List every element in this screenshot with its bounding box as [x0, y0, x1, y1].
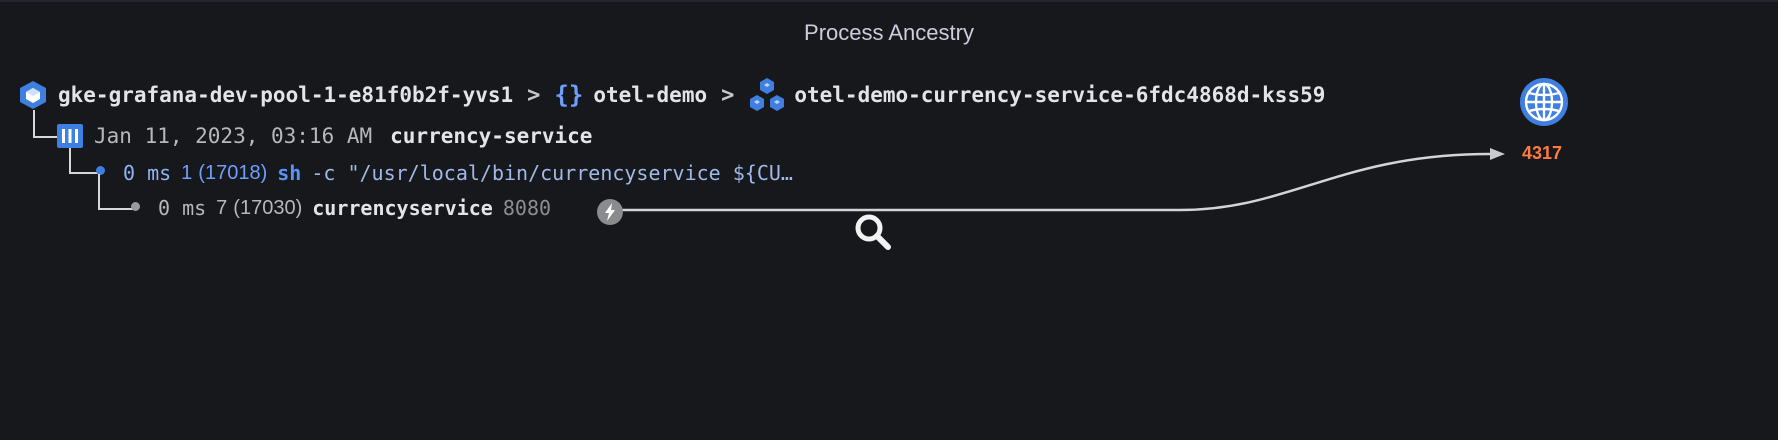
connection-line	[622, 152, 1491, 212]
search-icon[interactable]	[853, 212, 893, 252]
globe-icon[interactable]	[1518, 76, 1570, 128]
connection-arrowhead	[1490, 148, 1505, 160]
remote-port-label[interactable]: 4317	[1522, 143, 1562, 164]
bolt-icon[interactable]	[597, 199, 623, 225]
process-ancestry-panel: Process Ancestry gke-grafana-dev-pool-1-…	[0, 0, 1778, 438]
